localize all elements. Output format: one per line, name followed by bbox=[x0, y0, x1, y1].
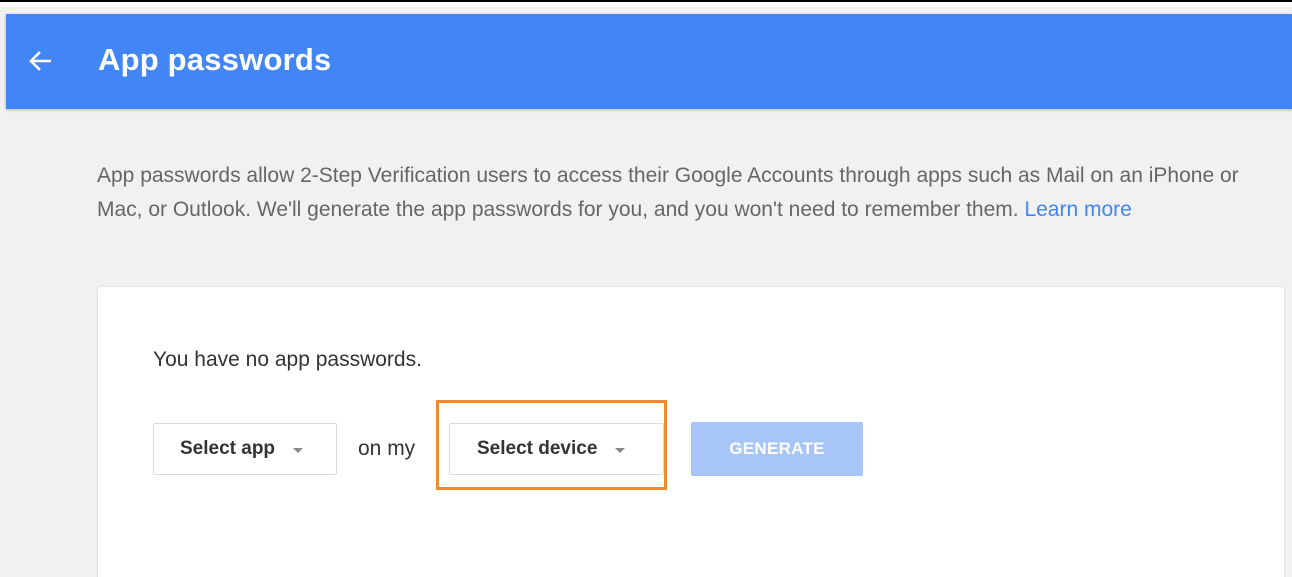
learn-more-link[interactable]: Learn more bbox=[1024, 198, 1131, 221]
top-divider bbox=[0, 0, 1292, 7]
select-device-dropdown[interactable]: Select device bbox=[449, 423, 664, 475]
page-title: App passwords bbox=[98, 42, 332, 77]
empty-state-message: You have no app passwords. bbox=[153, 348, 422, 371]
back-button[interactable] bbox=[26, 44, 54, 78]
generate-button[interactable]: GENERATE bbox=[691, 422, 863, 476]
page: App passwords App passwords allow 2-Step… bbox=[0, 0, 1292, 577]
dropdown-caret-icon bbox=[293, 447, 304, 453]
app-passwords-card: You have no app passwords. Select app on… bbox=[98, 287, 1284, 577]
arrow-back-icon bbox=[29, 51, 51, 71]
select-app-dropdown[interactable]: Select app bbox=[153, 423, 337, 475]
select-app-label: Select app bbox=[180, 438, 276, 459]
intro-paragraph: App passwords allow 2-Step Verification … bbox=[97, 159, 1257, 227]
app-bar: App passwords bbox=[6, 14, 1292, 109]
select-device-label: Select device bbox=[477, 438, 598, 459]
on-my-text: on my bbox=[358, 437, 416, 460]
dropdown-caret-icon bbox=[615, 447, 626, 453]
